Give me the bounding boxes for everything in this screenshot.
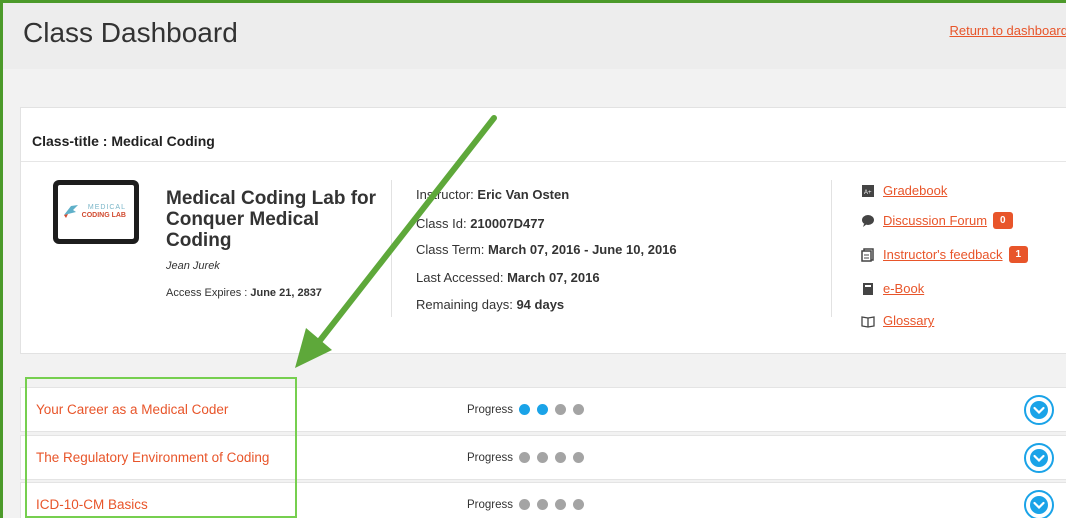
annotation-arrow-icon (295, 115, 497, 368)
